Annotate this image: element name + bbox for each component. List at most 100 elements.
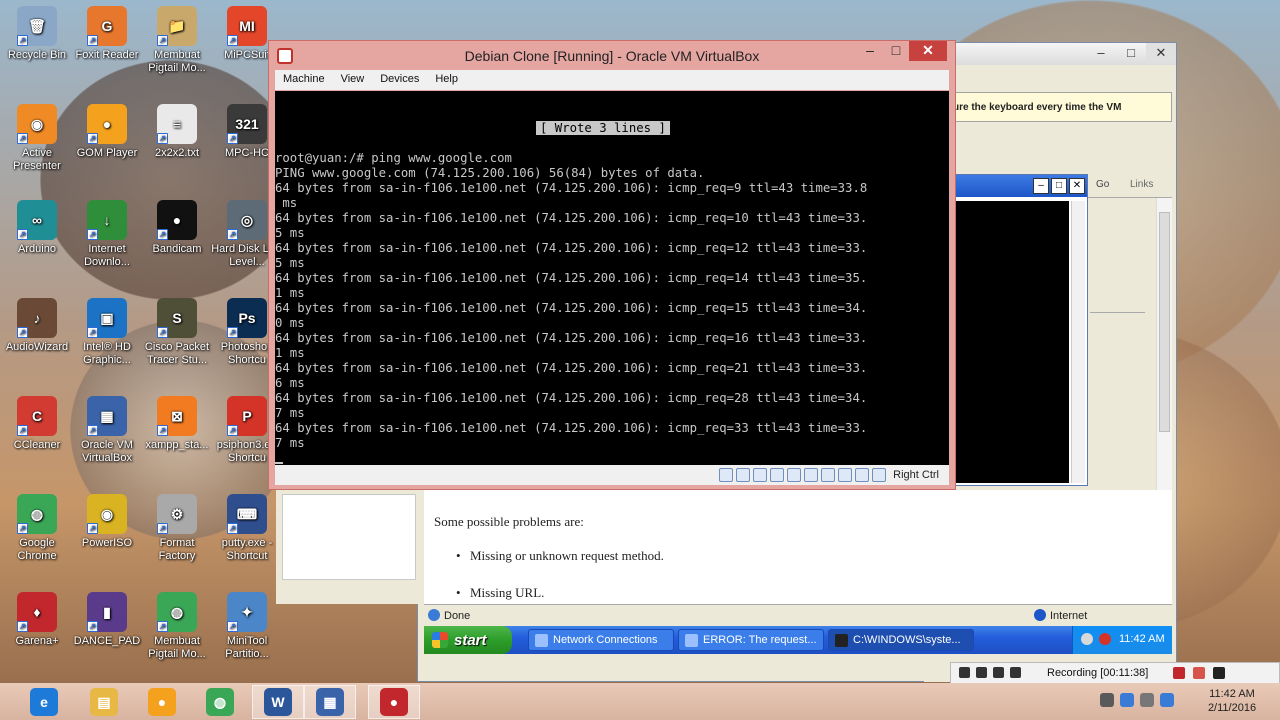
desktop-icon[interactable]: ◉ ↗ Active Presenter bbox=[0, 104, 74, 173]
cpu-icon[interactable] bbox=[838, 468, 853, 482]
cmd-icon bbox=[835, 634, 848, 647]
pencil-icon[interactable] bbox=[976, 667, 987, 678]
desktop-icon[interactable]: ◍ ↗ Google Chrome bbox=[0, 494, 74, 563]
desktop-icon[interactable]: S ↗ Cisco Packet Tracer Stu... bbox=[140, 298, 214, 367]
keyboard-arrow-icon[interactable] bbox=[872, 468, 887, 482]
desktop-icon[interactable]: ⚙ ↗ Format Factory bbox=[140, 494, 214, 563]
app-icon: ▣ ↗ bbox=[87, 298, 127, 338]
mouse-integration-icon[interactable] bbox=[855, 468, 870, 482]
flag-icon[interactable] bbox=[1160, 693, 1174, 707]
taskbar-app-bandicam[interactable]: ● bbox=[368, 685, 420, 719]
host-clock[interactable]: 11:42 AM 2/11/2016 bbox=[1196, 687, 1268, 715]
desktop-icon[interactable]: ● ↗ GOM Player bbox=[70, 104, 144, 160]
vm-console[interactable]: [ Wrote 3 lines ] root@yuan:/# ping www.… bbox=[275, 91, 949, 465]
close-icon[interactable]: ✕ bbox=[909, 41, 947, 61]
minimize-icon[interactable]: – bbox=[1086, 43, 1116, 63]
desktop-icon-label: Arduino bbox=[18, 243, 56, 255]
desktop-icon[interactable]: ∞ ↗ Arduino bbox=[0, 200, 74, 256]
taskbar-app-gom[interactable]: ● bbox=[136, 685, 188, 719]
desktop-icon[interactable]: G ↗ Foxit Reader bbox=[70, 6, 144, 62]
minimize-icon[interactable] bbox=[993, 667, 1004, 678]
menu-view[interactable]: View bbox=[339, 70, 373, 90]
taskbar-app-explorer[interactable]: ▤ bbox=[78, 685, 130, 719]
tray-icon[interactable] bbox=[1081, 633, 1093, 645]
console-area[interactable] bbox=[953, 201, 1069, 483]
console-titlebar[interactable]: – □ ✕ bbox=[949, 175, 1087, 197]
links-button[interactable]: Links bbox=[1130, 179, 1153, 190]
record-stop-icon[interactable] bbox=[1193, 667, 1205, 679]
desktop-icon[interactable]: ● ↗ Bandicam bbox=[140, 200, 214, 256]
chevron-down-icon[interactable] bbox=[959, 667, 970, 678]
close-icon[interactable] bbox=[1010, 667, 1021, 678]
taskbar-button[interactable]: Network Connections bbox=[528, 629, 674, 651]
taskbar-app-virtualbox[interactable]: ▦ bbox=[304, 685, 356, 719]
taskbar-app-ie[interactable]: e bbox=[18, 685, 70, 719]
desktop-icon-label: Membuat Pigtail Mo... bbox=[148, 635, 206, 660]
desktop-icon[interactable]: ♪ ↗ AudioWizard bbox=[0, 298, 74, 354]
taskbar-app-word[interactable]: W bbox=[252, 685, 304, 719]
desktop-icon[interactable]: ◉ ↗ PowerISO bbox=[70, 494, 144, 550]
scrollbar-thumb[interactable] bbox=[1159, 212, 1170, 432]
desktop-icon-label: PowerISO bbox=[81, 537, 133, 549]
shortcut-arrow-icon: ↗ bbox=[227, 425, 238, 436]
go-button[interactable]: Go bbox=[1096, 179, 1109, 190]
desktop-icon[interactable]: ▦ ↗ Oracle VM VirtualBox bbox=[70, 396, 144, 465]
close-icon[interactable]: ✕ bbox=[1069, 178, 1085, 194]
menu-devices[interactable]: Devices bbox=[378, 70, 427, 90]
console-window[interactable]: – □ ✕ bbox=[948, 174, 1088, 486]
shield-icon[interactable] bbox=[1099, 633, 1111, 645]
desktop-icon[interactable]: ✦ ↗ MiniTool Partitio... bbox=[210, 592, 284, 661]
desktop-icon[interactable]: 📁 ↗ Membuat Pigtail Mo... bbox=[140, 6, 214, 75]
globe-icon bbox=[1034, 609, 1046, 621]
desktop-icon[interactable]: ≡ ↗ 2x2x2.txt bbox=[140, 104, 214, 160]
optical-drive-icon[interactable] bbox=[736, 468, 751, 482]
app-icon: MI ↗ bbox=[227, 6, 267, 46]
desktop-icon[interactable]: ◍ ↗ Membuat Pigtail Mo... bbox=[140, 592, 214, 661]
app-icon: ▦ ↗ bbox=[87, 396, 127, 436]
maximize-icon[interactable]: □ bbox=[1051, 178, 1067, 194]
shortcut-arrow-icon: ↗ bbox=[157, 621, 168, 632]
desktop-icon-label: Cisco Packet Tracer Stu... bbox=[144, 341, 210, 366]
info-bar[interactable]: ure the keyboard every time the VM bbox=[948, 92, 1172, 122]
volume-icon[interactable] bbox=[1140, 693, 1154, 707]
video-capture-icon[interactable] bbox=[821, 468, 836, 482]
gom-icon: ● bbox=[148, 688, 176, 716]
desktop-icon[interactable]: 🗑 ↗ Recycle Bin bbox=[0, 6, 74, 62]
shortcut-arrow-icon: ↗ bbox=[227, 621, 238, 632]
pencil-icon[interactable] bbox=[1173, 667, 1185, 679]
taskbar-button[interactable]: C:\WINDOWS\syste... bbox=[828, 629, 974, 651]
taskbar-app-chrome[interactable]: ◍ bbox=[194, 685, 246, 719]
minimize-icon[interactable]: – bbox=[857, 41, 883, 61]
scrollbar[interactable] bbox=[1071, 201, 1085, 483]
tray-arrow-icon[interactable] bbox=[1100, 693, 1114, 707]
display-icon[interactable] bbox=[804, 468, 819, 482]
menu-help[interactable]: Help bbox=[433, 70, 466, 90]
start-button[interactable]: start bbox=[424, 626, 512, 654]
close-icon[interactable]: ✕ bbox=[1146, 43, 1176, 63]
desktop-icon[interactable]: ♦ ↗ Garena+ bbox=[0, 592, 74, 648]
desktop-icon[interactable]: ▣ ↗ Intel® HD Graphic... bbox=[70, 298, 144, 367]
network-icon[interactable] bbox=[1120, 693, 1134, 707]
app-icon: C ↗ bbox=[17, 396, 57, 436]
taskbar-button[interactable]: ERROR: The request... bbox=[678, 629, 824, 651]
desktop-icon[interactable]: ⊠ ↗ xampp_sta... bbox=[140, 396, 214, 452]
usb-icon[interactable] bbox=[753, 468, 768, 482]
virtualbox-icon bbox=[277, 48, 293, 64]
host-taskbar bbox=[0, 683, 1280, 720]
app-icon: ⌨ ↗ bbox=[227, 494, 267, 534]
vbox-titlebar[interactable]: Debian Clone [Running] - Oracle VM Virtu… bbox=[269, 41, 955, 71]
virtualbox-window[interactable]: Debian Clone [Running] - Oracle VM Virtu… bbox=[268, 40, 956, 490]
maximize-icon[interactable]: □ bbox=[1116, 43, 1146, 63]
menu-machine[interactable]: Machine bbox=[281, 70, 333, 90]
maximize-icon[interactable]: □ bbox=[883, 41, 909, 61]
hard-disk-icon[interactable] bbox=[719, 468, 734, 482]
minimize-icon[interactable]: – bbox=[1033, 178, 1049, 194]
desktop-icon[interactable]: ⌨ ↗ putty.exe - Shortcut bbox=[210, 494, 284, 563]
zone-text: Internet bbox=[1050, 610, 1088, 622]
camera-icon[interactable] bbox=[1213, 667, 1225, 679]
desktop-icon[interactable]: ▮ ↗ DANCE_PAD bbox=[70, 592, 144, 648]
shared-folder-icon[interactable] bbox=[787, 468, 802, 482]
network-icon[interactable] bbox=[770, 468, 785, 482]
desktop-icon[interactable]: ↓ ↗ Internet Downlo... bbox=[70, 200, 144, 269]
desktop-icon[interactable]: C ↗ CCleaner bbox=[0, 396, 74, 452]
